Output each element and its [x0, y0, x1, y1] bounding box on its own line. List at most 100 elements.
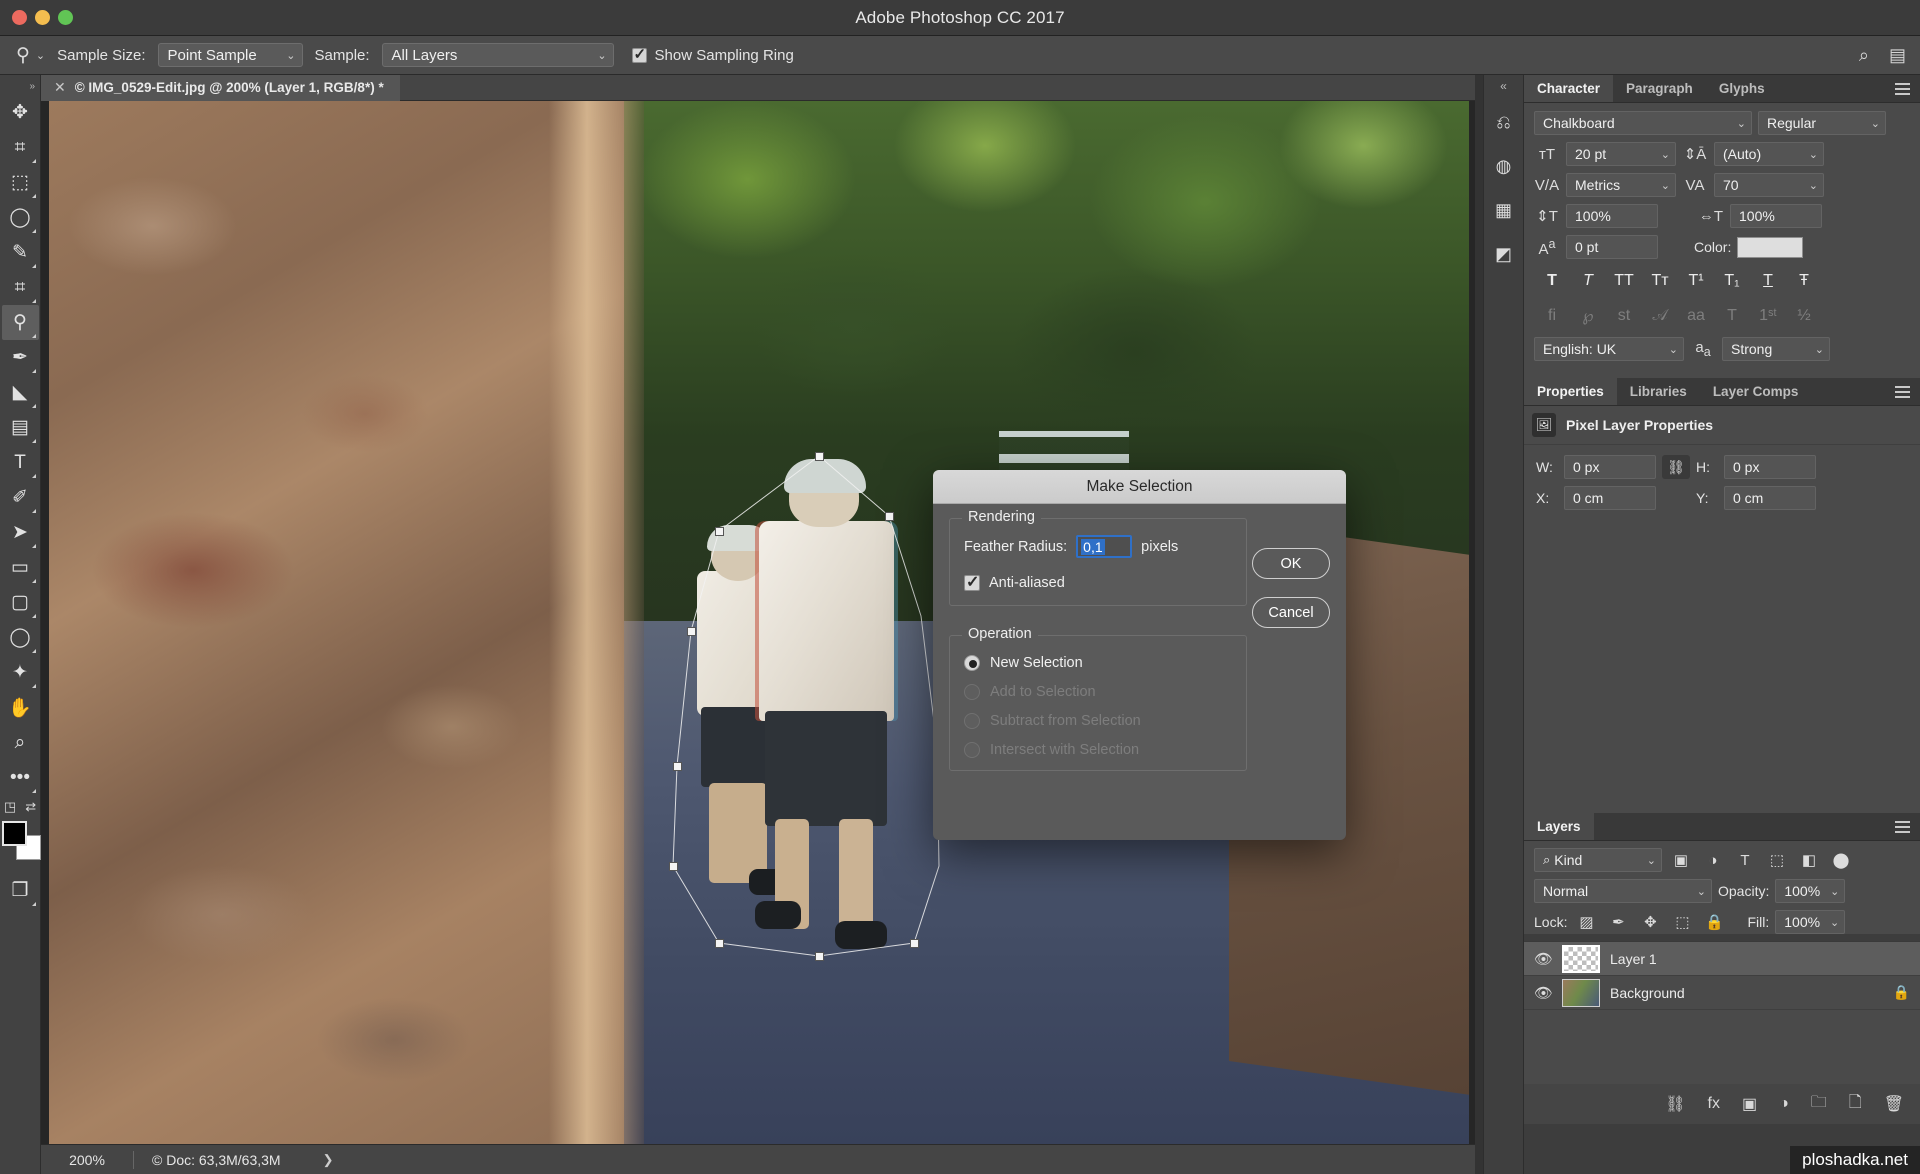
adjustments-panel-icon[interactable]: ◩ [1487, 237, 1521, 271]
opacity-input[interactable]: 100% ⌄ [1775, 879, 1846, 903]
tab-character[interactable]: Character [1524, 75, 1614, 102]
swap-colors-icon[interactable]: ⇄ [25, 799, 36, 815]
lock-artboard-icon[interactable]: ⬚ [1669, 915, 1695, 930]
chevron-down-icon[interactable]: ⌄ [36, 49, 45, 62]
tool-move[interactable]: ✥ [2, 95, 39, 130]
tab-glyphs[interactable]: Glyphs [1706, 75, 1778, 102]
font-size-select[interactable]: 20 pt ⌄ [1566, 142, 1676, 166]
new-fill-layer-icon[interactable]: ◑ [1779, 1095, 1789, 1113]
minimize-window-button[interactable] [35, 10, 50, 25]
panel-menu-icon[interactable] [1895, 386, 1910, 401]
lock-position-icon[interactable]: ✥ [1637, 915, 1663, 930]
history-panel-icon[interactable]: ⎌ [1487, 105, 1521, 139]
path-anchor[interactable] [715, 939, 724, 948]
tab-properties[interactable]: Properties [1524, 378, 1617, 405]
font-style-select[interactable]: Regular ⌄ [1758, 111, 1886, 135]
maximize-window-button[interactable] [58, 10, 73, 25]
path-anchor[interactable] [673, 762, 682, 771]
faux-italic-button[interactable]: T [1570, 268, 1606, 294]
tool-pen[interactable]: ✐ [2, 480, 39, 515]
close-window-button[interactable] [12, 10, 27, 25]
tool-rectangle[interactable]: ▭ [2, 550, 39, 585]
panel-menu-icon[interactable] [1895, 821, 1910, 836]
path-anchor[interactable] [815, 452, 824, 461]
swash-button[interactable]: 𝒜 [1642, 303, 1678, 329]
current-tool-preset[interactable]: ⚲ ⌄ [16, 44, 45, 67]
new-group-icon[interactable]: 🗀 [1811, 1091, 1827, 1118]
tab-layer-comps[interactable]: Layer Comps [1700, 378, 1812, 405]
tab-layers[interactable]: Layers [1524, 813, 1594, 840]
fractions-button[interactable]: ½ [1786, 303, 1822, 329]
ok-button[interactable]: OK [1252, 548, 1330, 579]
filter-adjustment-icon[interactable]: ◑ [1700, 853, 1726, 868]
lock-image-icon[interactable]: ✒ [1605, 915, 1631, 930]
filter-shape-icon[interactable]: ⬚ [1764, 853, 1790, 868]
fill-input[interactable]: 100% ⌄ [1775, 910, 1846, 934]
anti-alias-select[interactable]: Strong ⌄ [1722, 337, 1830, 361]
new-layer-icon[interactable]: 🗋 [1849, 1091, 1862, 1118]
stylistic-alternates-button[interactable]: aa [1678, 303, 1714, 329]
search-icon[interactable]: ⌕ [1859, 45, 1869, 66]
tool-eraser[interactable]: ◣ [2, 375, 39, 410]
leading-select[interactable]: (Auto) ⌄ [1714, 142, 1824, 166]
small-caps-button[interactable]: Tᴛ [1642, 268, 1678, 294]
tool-artboard[interactable]: ⌗ [2, 130, 39, 165]
tool-type[interactable]: T [2, 445, 39, 480]
show-sampling-ring-checkbox[interactable]: Show Sampling Ring [631, 45, 794, 64]
underline-button[interactable]: T [1750, 268, 1786, 294]
layer-filter-select[interactable]: ⌕ Kind ⌄ [1534, 848, 1662, 872]
tool-gradient[interactable]: ▤ [2, 410, 39, 445]
tool-custom-shape[interactable]: ✦ [2, 655, 39, 690]
tool-brush[interactable]: ✒ [2, 340, 39, 375]
titling-alternates-button[interactable]: T [1714, 303, 1750, 329]
y-input[interactable]: 0 cm [1724, 486, 1816, 510]
close-icon[interactable]: ✕ [54, 79, 66, 96]
kerning-select[interactable]: Metrics ⌄ [1566, 173, 1676, 197]
filter-toggle-icon[interactable]: ⬤ [1828, 853, 1854, 868]
path-anchor[interactable] [715, 527, 724, 536]
color-panel-icon[interactable]: ◍ [1487, 149, 1521, 183]
contextual-alternates-button[interactable]: ℘ [1570, 303, 1606, 329]
height-input[interactable]: 0 px [1724, 455, 1816, 479]
operation-new-selection[interactable]: New Selection [964, 655, 1232, 671]
delete-layer-icon[interactable]: 🗑 [1884, 1094, 1904, 1114]
tool-crop[interactable]: ⌗ [2, 270, 39, 305]
filter-pixel-icon[interactable]: ▣ [1668, 853, 1694, 868]
faux-bold-button[interactable]: T [1534, 268, 1570, 294]
tab-paragraph[interactable]: Paragraph [1613, 75, 1706, 102]
tool-path-selection[interactable]: ➤ [2, 515, 39, 550]
path-anchor[interactable] [885, 512, 894, 521]
tool-hand[interactable]: ✋ [2, 690, 39, 725]
panel-menu-icon[interactable] [1895, 83, 1910, 98]
text-color-swatch[interactable] [1737, 236, 1804, 258]
link-layers-icon[interactable]: ⛓ [1665, 1094, 1685, 1114]
lock-all-icon[interactable]: 🔒 [1701, 915, 1727, 930]
color-swatches[interactable] [0, 819, 41, 865]
font-family-select[interactable]: Chalkboard ⌄ [1534, 111, 1752, 135]
horizontal-scale-input[interactable]: 100% [1730, 204, 1822, 228]
strikethrough-button[interactable]: Ŧ [1786, 268, 1822, 294]
window-controls[interactable] [12, 10, 73, 25]
workspace-icon[interactable]: ▤ [1889, 45, 1906, 66]
tool-quick-selection[interactable]: ✎ [2, 235, 39, 270]
eye-icon[interactable]: 👁 [1534, 950, 1553, 968]
default-colors-icon[interactable]: ◳ [4, 799, 16, 815]
tracking-select[interactable]: 70 ⌄ [1714, 173, 1824, 197]
eye-icon[interactable]: 👁 [1534, 984, 1553, 1002]
tool-zoom[interactable]: ⌕ [2, 725, 39, 760]
tool-edit-toolbar[interactable]: ••• [2, 760, 39, 795]
superscript-button[interactable]: T¹ [1678, 268, 1714, 294]
path-anchor[interactable] [687, 627, 696, 636]
tool-eyedropper[interactable]: ⚲ [1, 305, 39, 340]
baseline-shift-input[interactable]: 0 pt [1566, 235, 1658, 259]
sample-select[interactable]: All Layers ⌄ [381, 43, 614, 67]
document-tab[interactable]: ✕ © IMG_0529-Edit.jpg @ 200% (Layer 1, R… [41, 74, 400, 101]
path-anchor[interactable] [669, 862, 678, 871]
filter-smart-object-icon[interactable]: ◧ [1796, 853, 1822, 868]
width-input[interactable]: 0 px [1564, 455, 1656, 479]
vertical-scale-input[interactable]: 100% [1566, 204, 1658, 228]
anti-aliased-checkbox[interactable]: Anti-aliased [964, 572, 1232, 592]
cancel-button[interactable]: Cancel [1252, 597, 1330, 628]
feather-radius-input[interactable]: 0,1 [1076, 535, 1133, 558]
pen-path-overlay[interactable] [649, 446, 940, 976]
